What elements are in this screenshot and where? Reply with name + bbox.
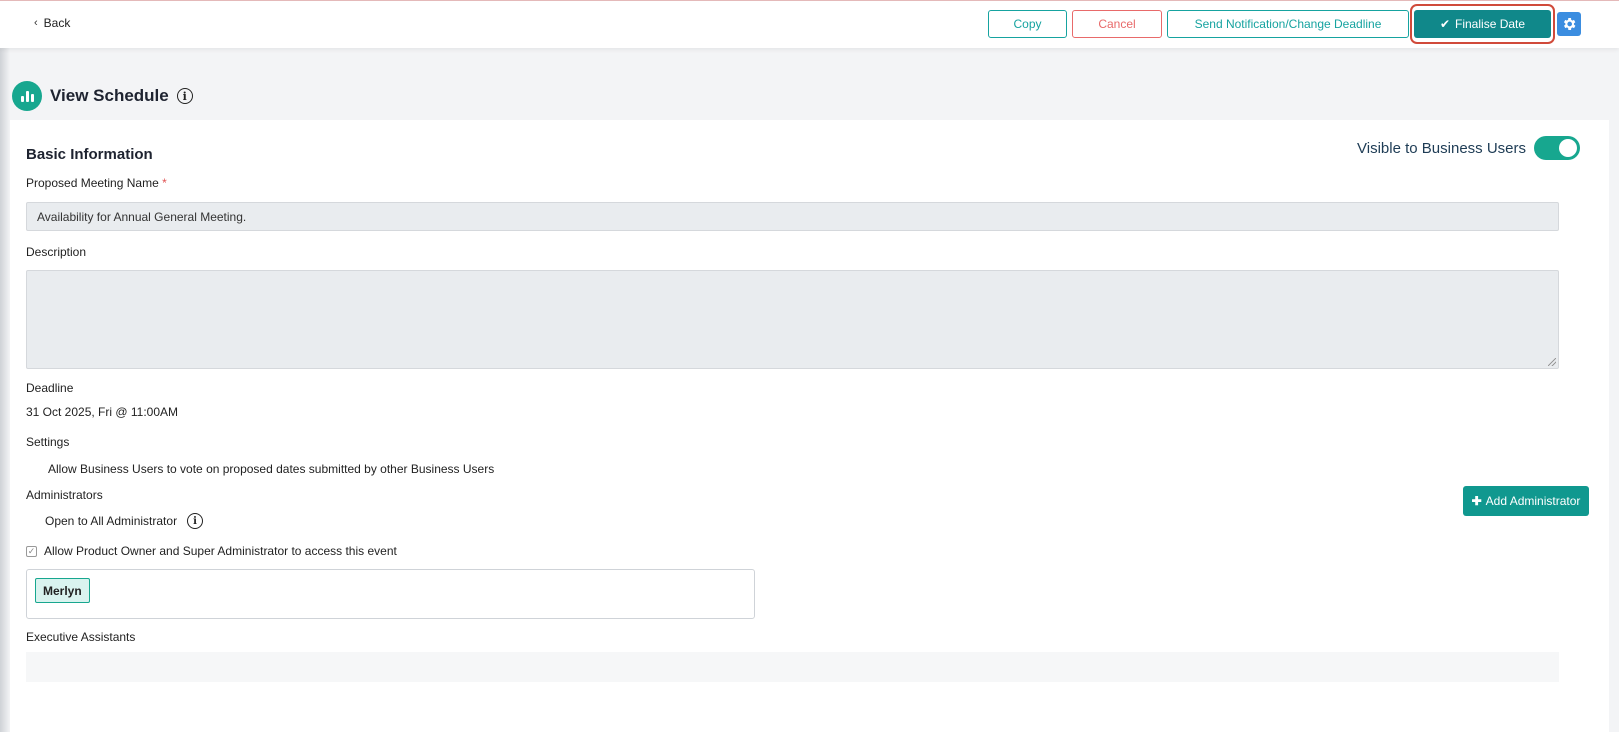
open-admin-row: Open to All Administrator i xyxy=(45,513,204,529)
visible-toggle-switch[interactable] xyxy=(1534,136,1580,160)
cancel-button[interactable]: Cancel xyxy=(1072,10,1162,38)
settings-label: Settings xyxy=(26,435,70,449)
page-title-text: View Schedule xyxy=(50,86,169,105)
deadline-label: Deadline xyxy=(26,381,74,395)
description-field[interactable] xyxy=(26,270,1559,369)
admin-chip[interactable]: Merlyn xyxy=(35,578,90,603)
bar-chart-icon xyxy=(12,81,42,111)
meeting-name-label-text: Proposed Meeting Name xyxy=(26,176,159,190)
chevron-left-icon: ‹ xyxy=(34,17,38,29)
executive-assistants-field[interactable] xyxy=(26,652,1559,682)
left-shadow xyxy=(0,0,10,732)
info-icon[interactable]: i xyxy=(176,88,193,104)
send-notification-button[interactable]: Send Notification/Change Deadline xyxy=(1167,10,1409,38)
deadline-value: 31 Oct 2025, Fri @ 11:00AM xyxy=(26,405,179,419)
settings-gear-button[interactable] xyxy=(1557,12,1581,36)
meeting-name-label: Proposed Meeting Name * xyxy=(26,176,167,190)
top-action-bar: ‹ Back Copy Cancel Send Notification/Cha… xyxy=(0,0,1619,48)
basic-information-card: Basic Information Visible to Business Us… xyxy=(10,120,1609,732)
allow-access-label: Allow Product Owner and Super Administra… xyxy=(44,544,397,558)
page-title: View Schedule i xyxy=(12,81,193,111)
add-administrator-button[interactable]: ✚ Add Administrator xyxy=(1463,486,1589,516)
meeting-name-field[interactable]: Availability for Annual General Meeting. xyxy=(26,202,1559,231)
toggle-knob xyxy=(1559,139,1577,157)
required-marker: * xyxy=(162,176,167,190)
copy-button[interactable]: Copy xyxy=(988,10,1067,38)
back-link[interactable]: ‹ Back xyxy=(34,16,70,30)
open-admin-label: Open to All Administrator xyxy=(45,514,178,528)
gear-icon xyxy=(1563,18,1576,30)
section-title: Basic Information xyxy=(26,146,153,163)
settings-value: Allow Business Users to vote on proposed… xyxy=(48,462,495,476)
add-administrator-label: Add Administrator xyxy=(1485,494,1581,508)
info-icon[interactable]: i xyxy=(187,513,204,529)
plus-icon: ✚ xyxy=(1471,494,1482,508)
allow-access-row[interactable]: ✓ Allow Product Owner and Super Administ… xyxy=(26,544,397,558)
visible-to-business-users: Visible to Business Users xyxy=(1357,136,1580,160)
executive-assistants-label: Executive Assistants xyxy=(26,630,136,644)
finalise-date-button[interactable]: ✔ Finalise Date xyxy=(1414,10,1551,38)
checkbox-checked-icon[interactable]: ✓ xyxy=(26,545,37,557)
finalise-label: Finalise Date xyxy=(1455,17,1526,31)
resize-grip-icon[interactable] xyxy=(1548,358,1556,366)
check-icon: ✔ xyxy=(1439,17,1451,31)
description-label: Description xyxy=(26,245,87,259)
visible-label: Visible to Business Users xyxy=(1357,139,1526,157)
administrators-label: Administrators xyxy=(26,488,103,502)
administrators-box[interactable]: Merlyn xyxy=(26,569,755,619)
back-label: Back xyxy=(43,16,71,30)
